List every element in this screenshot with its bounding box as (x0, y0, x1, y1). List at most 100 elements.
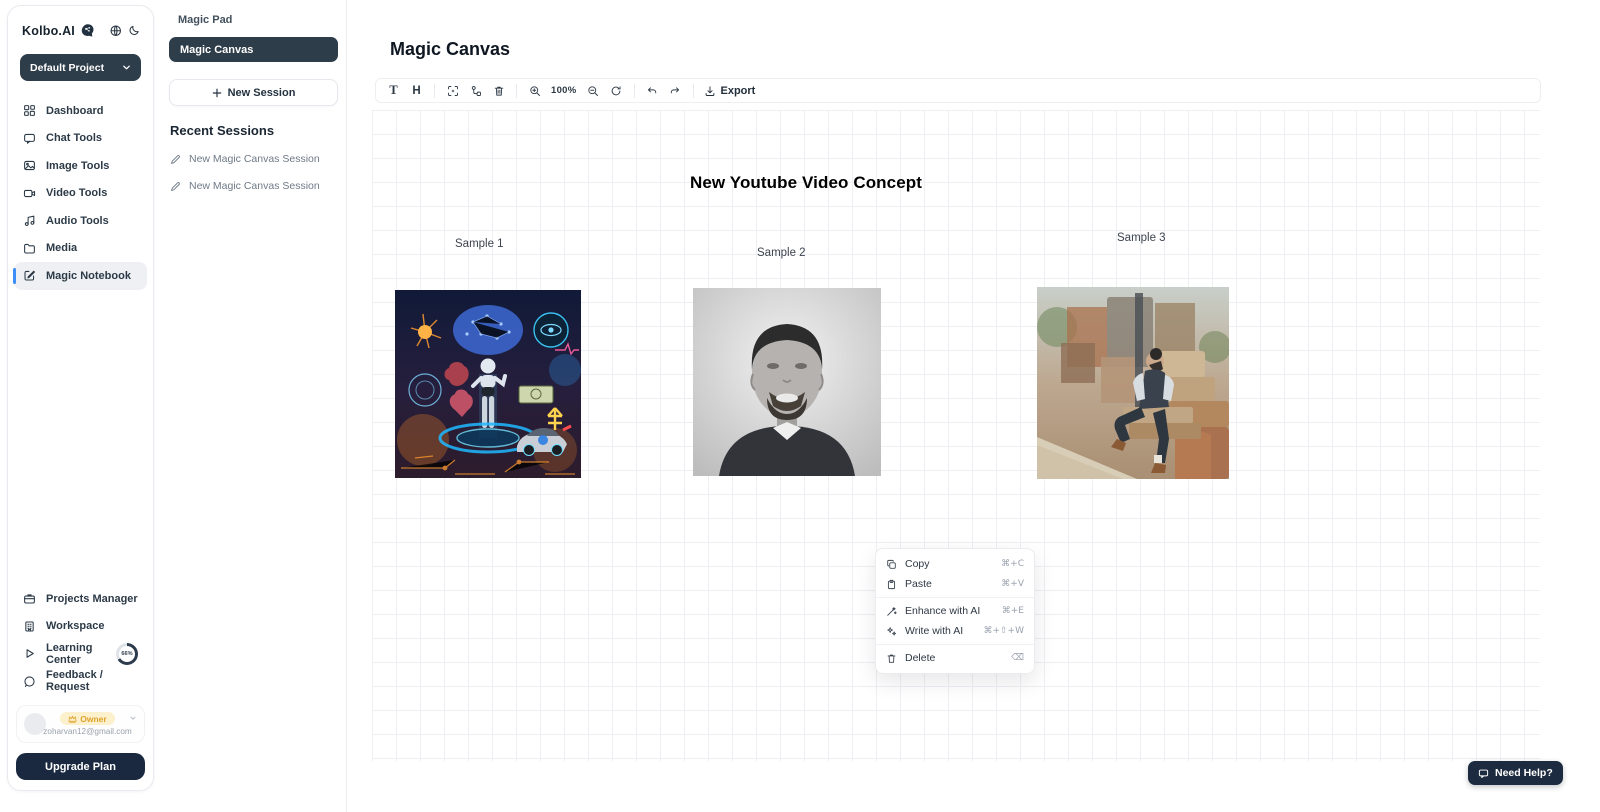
nav-label: Chat Tools (46, 132, 102, 144)
play-icon (23, 647, 36, 660)
redo-button[interactable] (664, 80, 687, 101)
project-selector[interactable]: Default Project (20, 54, 141, 81)
ai-select-tool-button[interactable] (441, 80, 464, 101)
crown-icon (68, 715, 77, 723)
zoom-in-icon (529, 85, 541, 97)
need-help-label: Need Help? (1495, 767, 1553, 779)
main-area: Magic Canvas T H 100% (347, 0, 1600, 812)
workflow-tool-button[interactable] (464, 80, 487, 101)
media-folder-icon (23, 242, 36, 255)
sparkles-icon (886, 626, 897, 637)
language-globe-icon[interactable] (109, 24, 123, 38)
pencil-icon (170, 181, 181, 192)
brand-row: Kolbo.AI (8, 6, 153, 38)
owner-badge: Owner (60, 712, 114, 725)
sidebar-item-learning-center[interactable]: Learning Center 66% (14, 640, 147, 668)
sidebar-item-video-tools[interactable]: Video Tools (14, 180, 147, 208)
learning-progress-value: 66% (119, 646, 135, 662)
building-icon (23, 620, 36, 633)
owner-badge-label: Owner (80, 714, 106, 724)
zoom-level: 100% (546, 85, 582, 96)
sidebar-item-projects-manager[interactable]: Projects Manager (14, 585, 147, 613)
canvas-image-ai-collage[interactable] (395, 290, 581, 478)
delete-tool-button[interactable] (487, 80, 510, 101)
export-button[interactable]: Export (700, 85, 760, 97)
sidebar-item-audio-tools[interactable]: Audio Tools (14, 207, 147, 235)
chevron-down-icon (122, 63, 131, 72)
undo-button[interactable] (641, 80, 664, 101)
dashboard-icon (23, 104, 36, 117)
brand-logo: Kolbo.AI (22, 24, 75, 38)
magic-canvas-item[interactable]: Magic Canvas (169, 37, 338, 62)
sidebar-item-feedback[interactable]: Feedback / Request (14, 668, 147, 696)
toolbar-divider (693, 84, 694, 98)
sidebar-nav: Dashboard Chat Tools Image Tools Video T… (8, 97, 153, 290)
canvas-image-portrait[interactable] (693, 288, 881, 476)
sample-3-label[interactable]: Sample 3 (1117, 232, 1166, 244)
primary-sidebar: Kolbo.AI Default Project Dashboard Chat … (7, 5, 154, 791)
paste-icon (886, 579, 897, 590)
text-tool-button[interactable]: T (382, 80, 405, 101)
context-menu-enhance-with-ai[interactable]: Enhance with AI ⌘+E (876, 601, 1034, 621)
sidebar-item-chat-tools[interactable]: Chat Tools (14, 125, 147, 153)
canvas-image-ruins[interactable] (1037, 287, 1229, 479)
recent-sessions-title: Recent Sessions (170, 123, 346, 138)
heading-tool-button[interactable]: H (405, 80, 428, 101)
zoom-out-icon (587, 85, 599, 97)
toolbar-divider (516, 84, 517, 98)
dark-mode-moon-icon[interactable] (128, 24, 141, 37)
recent-session-item[interactable]: New Magic Canvas Session (170, 153, 320, 165)
nav-label: Audio Tools (46, 215, 109, 227)
menu-shortcut: ⌫ (1011, 653, 1024, 663)
context-menu-delete[interactable]: Delete ⌫ (876, 648, 1034, 668)
need-help-button[interactable]: Need Help? (1468, 761, 1563, 785)
user-email: zoharvan12@gmail.com (43, 727, 131, 736)
canvas-heading-text[interactable]: New Youtube Video Concept (690, 173, 922, 193)
sidebar-item-magic-notebook[interactable]: Magic Notebook (14, 262, 147, 290)
rotate-icon (610, 85, 622, 97)
context-menu-copy[interactable]: Copy ⌘+C (876, 554, 1034, 574)
sidebar-item-image-tools[interactable]: Image Tools (14, 152, 147, 180)
nav-label: Workspace (46, 620, 105, 632)
menu-shortcut: ⌘+E (1002, 606, 1024, 616)
plus-icon (212, 88, 222, 98)
nav-label: Media (46, 242, 77, 254)
pencil-icon (170, 154, 181, 165)
video-icon (23, 187, 36, 200)
magic-canvas-surface[interactable]: New Youtube Video Concept Sample 1 Sampl… (372, 110, 1540, 761)
sidebar-item-workspace[interactable]: Workspace (14, 613, 114, 641)
nav-label: Video Tools (46, 187, 107, 199)
page-title: Magic Canvas (390, 39, 510, 60)
reset-view-button[interactable] (605, 80, 628, 101)
download-icon (704, 85, 716, 97)
context-menu-write-with-ai[interactable]: Write with AI ⌘+⇧+W (876, 621, 1034, 641)
sample-2-label[interactable]: Sample 2 (757, 247, 806, 259)
new-session-label: New Session (228, 87, 296, 99)
zoom-out-button[interactable] (582, 80, 605, 101)
recent-session-label: New Magic Canvas Session (189, 153, 320, 165)
briefcase-icon (23, 592, 36, 605)
brain-logo-icon (80, 23, 95, 38)
nav-label: Magic Notebook (46, 270, 131, 282)
recent-session-item[interactable]: New Magic Canvas Session (170, 180, 320, 192)
user-account-card[interactable]: Owner zoharvan12@gmail.com (16, 705, 145, 743)
zoom-in-button[interactable] (523, 80, 546, 101)
menu-shortcut: ⌘+V (1001, 579, 1024, 589)
feedback-icon (23, 675, 36, 688)
menu-label: Paste (905, 578, 932, 590)
help-chat-icon (1478, 768, 1489, 779)
upgrade-plan-button[interactable]: Upgrade Plan (16, 753, 145, 780)
export-label: Export (721, 85, 756, 97)
sample-1-label[interactable]: Sample 1 (455, 238, 504, 250)
sidebar-footer: Projects Manager Workspace Learning Cent… (14, 585, 147, 780)
learning-progress-ring: 66% (116, 643, 138, 665)
context-menu-paste[interactable]: Paste ⌘+V (876, 574, 1034, 594)
sidebar-item-dashboard[interactable]: Dashboard (14, 97, 147, 125)
sidebar-item-media[interactable]: Media (14, 235, 147, 263)
menu-divider (876, 644, 1034, 645)
new-session-button[interactable]: New Session (169, 79, 338, 106)
menu-label: Delete (905, 652, 935, 664)
magic-pad-item[interactable]: Magic Pad (178, 14, 232, 26)
nav-label: Learning Center (46, 642, 104, 666)
nav-label: Feedback / Request (46, 669, 138, 693)
